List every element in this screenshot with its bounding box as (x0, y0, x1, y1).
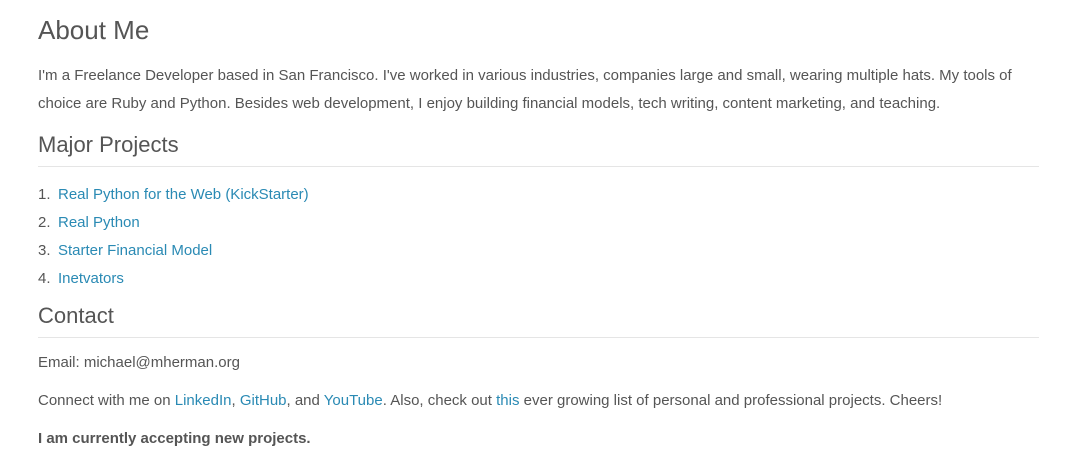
list-number: 3. (38, 242, 51, 259)
connect-suffix: ever growing list of personal and profes… (519, 392, 943, 409)
list-item: 2. Real Python (38, 209, 1039, 237)
list-item: 4. Inetvators (38, 265, 1039, 293)
project-link-inetvators[interactable]: Inetvators (58, 265, 124, 293)
email-text: Email: michael@mherman.org (38, 354, 240, 371)
contact-heading: Contact (38, 301, 1039, 338)
project-link-starter-financial-model[interactable]: Starter Financial Model (58, 237, 212, 265)
list-item: 3. Starter Financial Model (38, 237, 1039, 265)
major-projects-heading: Major Projects (38, 130, 1039, 167)
page-title: About Me (38, 15, 150, 45)
availability-status: I am currently accepting new projects. (38, 430, 311, 447)
connect-prefix: Connect with me on (38, 392, 175, 409)
youtube-link[interactable]: YouTube (324, 392, 383, 409)
contact-section: Email: michael@mherman.org Connect with … (38, 353, 1039, 449)
project-link-real-python-web[interactable]: Real Python for the Web (KickStarter) (58, 181, 309, 209)
projects-list-link[interactable]: this (496, 392, 519, 409)
list-number: 4. (38, 270, 51, 287)
github-link[interactable]: GitHub (240, 392, 287, 409)
list-item: 1. Real Python for the Web (KickStarter) (38, 181, 1039, 209)
separator: , (231, 392, 240, 409)
connect-paragraph: Connect with me on LinkedIn, GitHub, and… (38, 391, 1039, 411)
linkedin-link[interactable]: LinkedIn (175, 392, 232, 409)
project-link-real-python[interactable]: Real Python (58, 209, 140, 237)
connect-mid-text: . Also, check out (382, 392, 497, 409)
list-number: 1. (38, 186, 51, 203)
intro-paragraph: I'm a Freelance Developer based in San F… (38, 67, 1012, 112)
projects-list: 1. Real Python for the Web (KickStarter)… (38, 181, 1039, 293)
page-content: About Me I'm a Freelance Developer based… (0, 0, 1077, 449)
separator: , and (286, 392, 324, 409)
list-number: 2. (38, 214, 51, 231)
